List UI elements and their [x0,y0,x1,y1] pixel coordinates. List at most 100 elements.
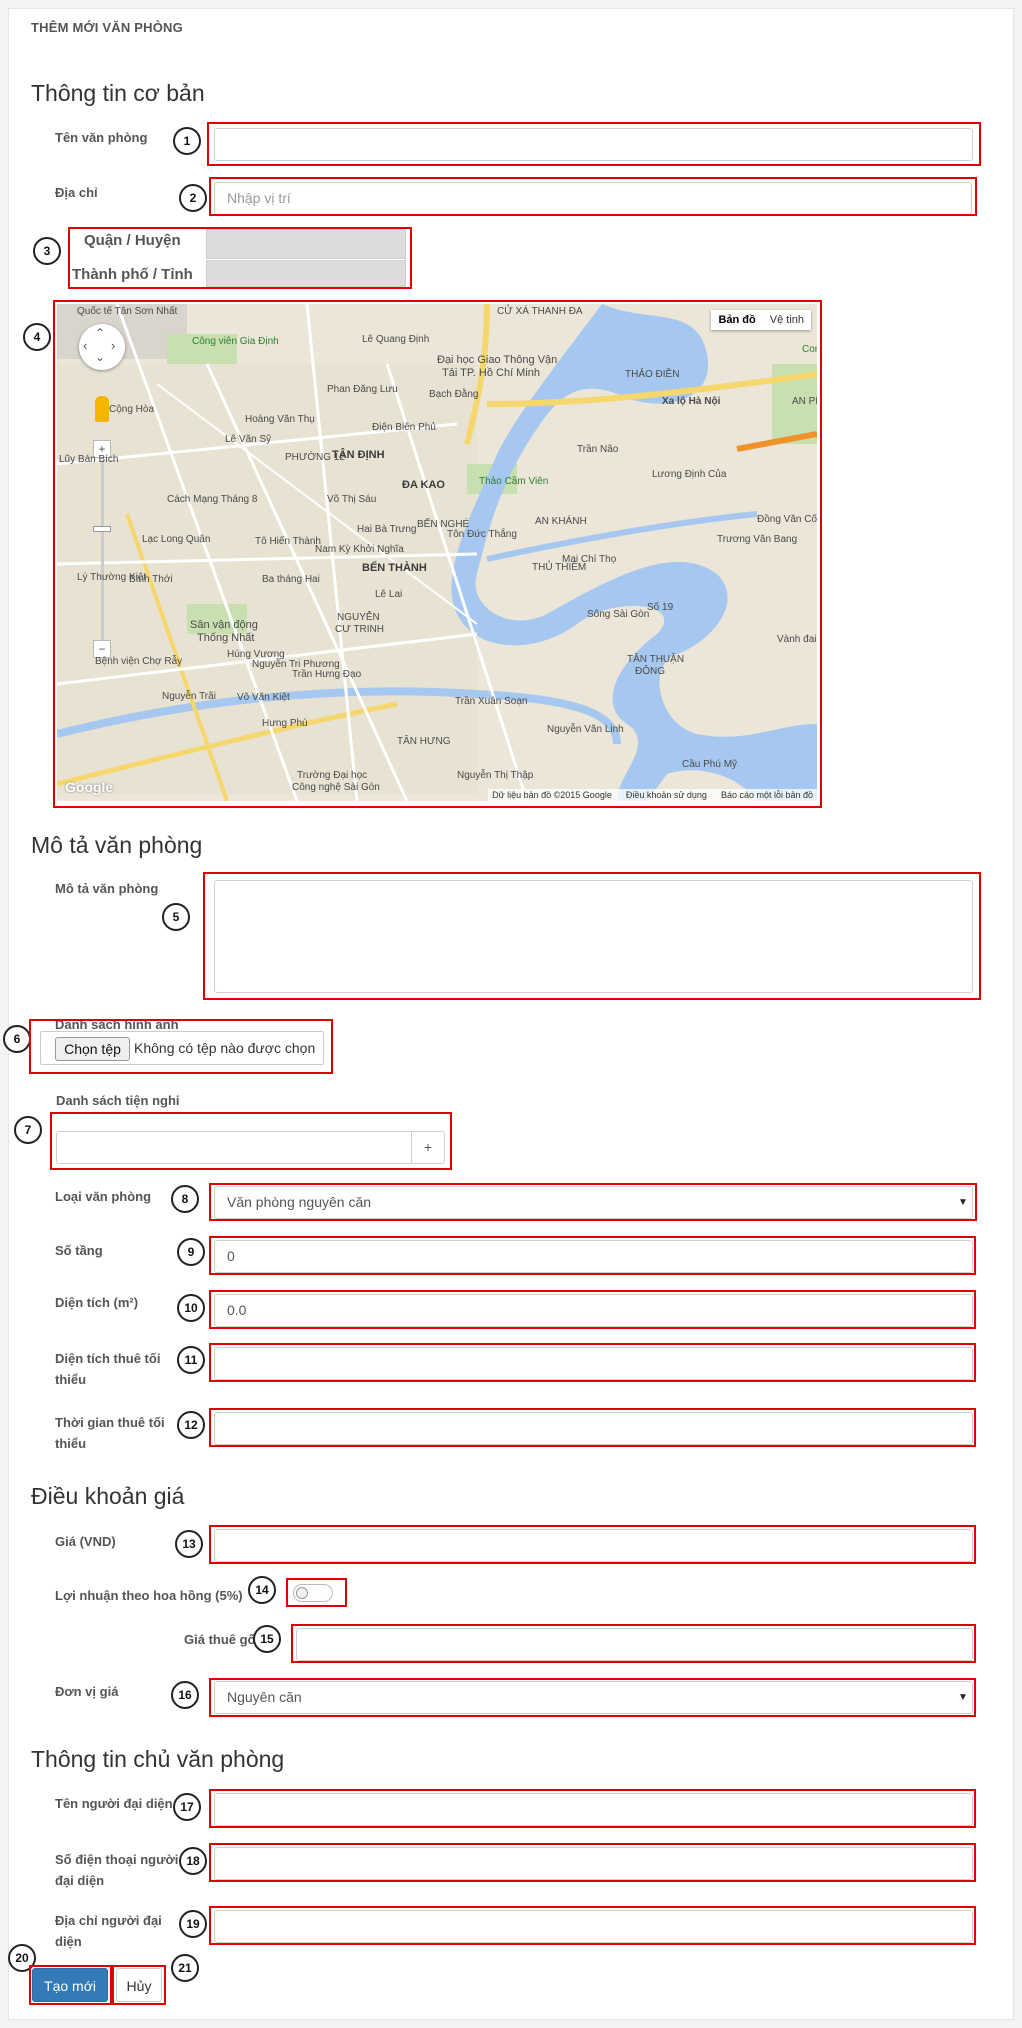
city-label: Thành phố / Tỉnh [72,266,193,283]
price-label: Giá (VND) [55,1534,116,1549]
office-type-select[interactable]: Văn phòng nguyên căn [214,1186,973,1219]
pan-down-icon[interactable]: ⌄ [95,350,105,364]
map-label: Nguyễn Thị Thập [457,770,534,781]
rep-name-input[interactable] [214,1793,973,1826]
create-button[interactable]: Tạo mới [32,1968,108,2002]
map-label: Nam Kỳ Khởi Nghĩa [315,544,404,555]
floors-input[interactable]: 0 [214,1240,973,1273]
min-rent-area-input[interactable] [214,1347,973,1380]
file-input-wrapper: Chọn tệp Không có tệp nào được chọn [40,1031,324,1065]
address-label: Địa chỉ [55,185,98,200]
annotation-9: 9 [177,1238,205,1266]
zoom-slider-handle[interactable] [93,526,111,532]
map-label: AN KHÁNH [535,516,587,527]
annotation-4: 4 [23,323,51,351]
min-rent-area-label-2: thiểu [55,1372,87,1387]
map-label: Hưng Phú [262,718,308,729]
section-title-owner: Thông tin chủ văn phòng [31,1746,285,1772]
map-label: Điện Biên Phủ [372,422,436,433]
map-label: Lương Định Của [652,469,727,480]
annotation-16: 16 [171,1681,199,1709]
street-view-pegman-icon[interactable] [95,396,109,422]
annotation-3: 3 [33,237,61,265]
map-label: Quốc tế Tân Sơn Nhất [77,306,178,317]
map-view[interactable]: ⌃ ⌄ ‹ › + − Bản đồ Vệ tinh Quốc tế Tân S… [57,304,817,801]
google-logo: Google [65,779,114,795]
map-attribution: Dữ liệu bản đồ ©2015 Google [492,790,612,800]
base-price-input[interactable] [296,1628,973,1661]
map-type-map[interactable]: Bản đồ [711,310,762,330]
rep-phone-input[interactable] [214,1847,973,1880]
price-unit-label: Đơn vị giá [55,1684,119,1699]
add-amenity-button[interactable]: + [411,1131,445,1164]
pan-up-icon[interactable]: ⌃ [95,326,105,340]
office-name-input[interactable] [214,128,973,161]
cancel-button[interactable]: Hủy [116,1968,162,2002]
map-type-control[interactable]: Bản đồ Vệ tinh [711,310,811,330]
floors-label: Số tầng [55,1243,103,1258]
pan-right-icon[interactable]: › [111,338,115,353]
office-name-label: Tên văn phòng [55,130,148,145]
annotation-18: 18 [179,1847,207,1875]
rep-name-label: Tên người đại diện [55,1796,173,1811]
map-label: Trần Não [577,444,619,455]
rep-phone-label-1: Số điện thoại người [55,1852,179,1867]
zoom-slider-track[interactable] [101,460,104,640]
area-input[interactable]: 0.0 [214,1294,973,1327]
map-label: Cầu Phú Mỹ [682,759,738,770]
annotation-12: 12 [177,1411,205,1439]
amenities-input[interactable] [56,1131,412,1164]
map-label: Bình Thới [129,574,173,585]
map-label: Lũy Bán Bích [59,454,119,465]
map-label: Công viên Gia Định [192,336,279,347]
map-type-satellite[interactable]: Vệ tinh [763,310,811,330]
map-graphics [57,304,817,801]
annotation-10: 10 [177,1294,205,1322]
office-type-dropdown-icon[interactable]: ▼ [958,1197,968,1208]
choose-file-button[interactable]: Chọn tệp [55,1037,130,1061]
min-rent-time-label-1: Thời gian thuê tối [55,1415,165,1430]
map-label: Vành đai [777,634,817,645]
map-label: ĐÔNG [635,666,665,677]
map-label: Số 19 [647,602,674,613]
map-label: Trần Hưng Đạo [292,669,362,680]
commission-label: Lợi nhuận theo hoa hồng (5%) [55,1588,243,1603]
map-terms-link[interactable]: Điều khoản sử dụng [626,790,707,800]
map-label: Trương Văn Bang [717,534,798,545]
price-unit-select[interactable]: Nguyên căn [214,1681,973,1714]
map-label: Võ Thị Sáu [327,494,377,505]
annotation-1: 1 [173,127,201,155]
commission-toggle[interactable] [293,1584,333,1602]
map-label: Đại học Giao Thông Vận [437,354,558,366]
map-label: Thảo Cầm Viên [479,476,549,487]
map-label: THẢO ĐIỀN [625,369,680,380]
annotation-20: 20 [8,1944,36,1972]
map-label: TÂN THUẬN [627,654,685,665]
rep-address-input[interactable] [214,1910,973,1943]
annotation-5: 5 [162,903,190,931]
description-textarea[interactable] [214,880,973,993]
map-label: CƯ TRINH [335,624,384,635]
price-input[interactable] [214,1529,973,1562]
map-label: Thống Nhất [197,632,255,644]
district-label: Quận / Huyện [84,232,181,249]
file-status: Không có tệp nào được chọn [134,1040,316,1056]
map-label: Trường Đại học [297,770,368,781]
map-label: Nguyễn Văn Linh [547,724,624,735]
pan-control[interactable]: ⌃ ⌄ ‹ › [79,324,125,370]
amenities-label: Danh sách tiện nghi [56,1093,180,1108]
min-rent-time-input[interactable] [214,1412,973,1445]
area-label: Diện tích (m²) [55,1295,139,1310]
section-title-description: Mô tả văn phòng [31,832,203,858]
map-label: Bệnh viện Chợ Rẫy [95,656,183,667]
annotation-13: 13 [175,1530,203,1558]
map-label: Hùng Vương [227,649,285,660]
map-report-link[interactable]: Báo cáo một lỗi bản đồ [721,790,813,800]
annotation-21: 21 [171,1954,199,1982]
address-input[interactable]: Nhập vị trí [214,182,972,215]
map-label: Cộng Hòa [109,404,155,415]
pan-left-icon[interactable]: ‹ [83,338,87,353]
price-unit-dropdown-icon[interactable]: ▼ [958,1692,968,1703]
map-footer: Dữ liệu bản đồ ©2015 Google Điều khoản s… [488,789,817,801]
map-label: Sông Sài Gòn [587,609,650,620]
